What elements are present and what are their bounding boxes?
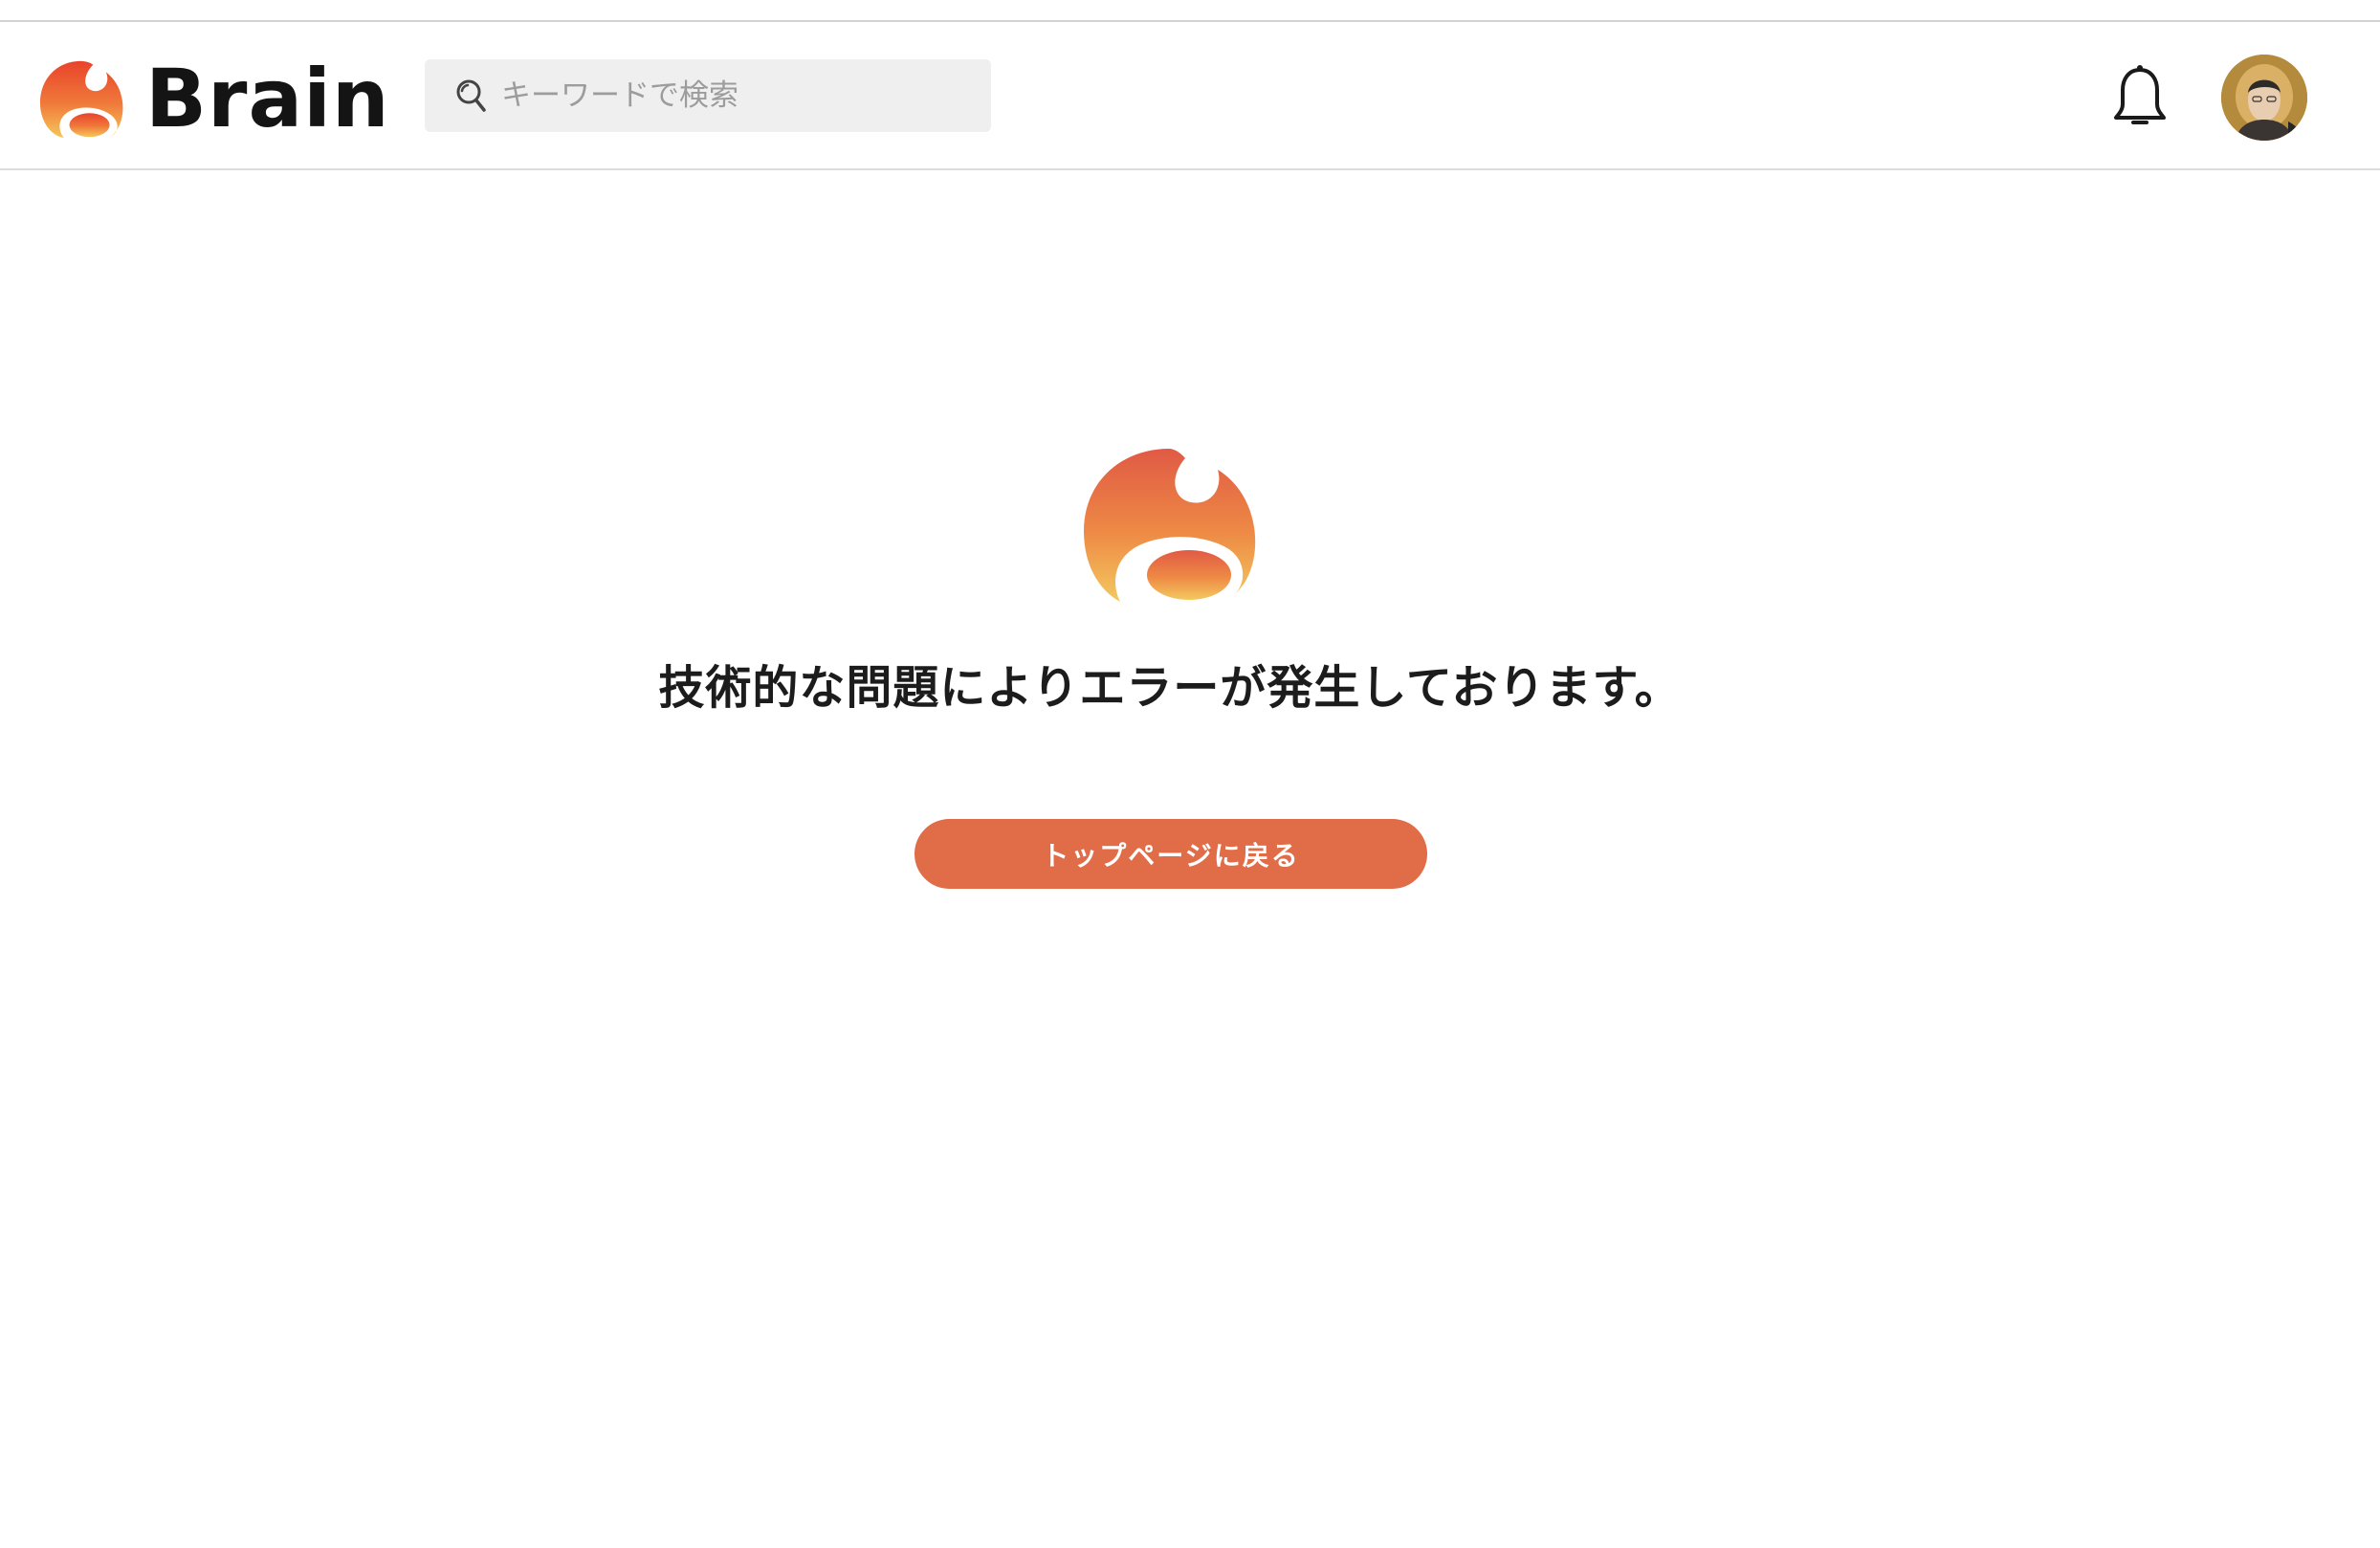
notification-button[interactable]: [2112, 64, 2168, 131]
error-content: 技術的な問題によりエラーが発生しております。 トップページに戻る: [0, 172, 2380, 1548]
search-input[interactable]: [501, 67, 980, 124]
site-header: Brain: [0, 22, 2380, 170]
brain-logo-icon: [39, 60, 123, 139]
search-bar[interactable]: [425, 59, 991, 132]
avatar-image: [2221, 55, 2307, 141]
error-message: 技術的な問題によりエラーが発生しております。: [658, 661, 1682, 715]
bell-icon: [2114, 65, 2166, 124]
brand-name: Brain: [145, 52, 390, 145]
browser-top-strip: [0, 0, 2380, 22]
user-avatar[interactable]: [2221, 55, 2307, 141]
back-to-top-button[interactable]: トップページに戻る: [915, 819, 1427, 889]
brand-logo-link[interactable]: Brain: [34, 55, 390, 142]
brain-logo-icon: [1084, 449, 1256, 602]
search-icon: [456, 79, 486, 112]
